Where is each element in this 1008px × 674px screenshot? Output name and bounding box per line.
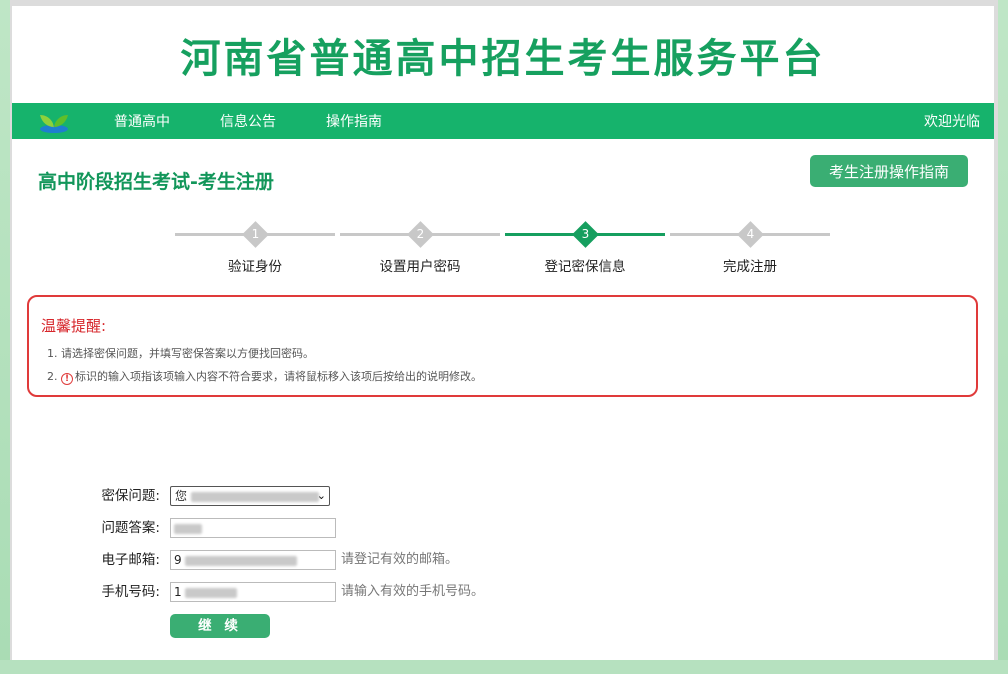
warm-reminder-box: 温馨提醒: 1. 请选择密保问题，并填写密保答案以方便找回密码。 2. ! 标识的…: [27, 295, 978, 397]
nav-item-high-school[interactable]: 普通高中: [114, 111, 170, 131]
notice-line-1: 1. 请选择密保问题，并填写密保答案以方便找回密码。: [47, 347, 314, 360]
answer-input[interactable]: [170, 518, 336, 538]
email-label: 电子邮箱:: [101, 552, 160, 568]
bottom-border: [0, 660, 1008, 674]
warning-icon: !: [61, 373, 73, 385]
email-hint: 请登记有效的邮箱。: [341, 552, 459, 567]
redacted-text: [185, 587, 238, 598]
step-security-info: 3 登记密保信息: [505, 217, 665, 277]
nav-item-guide[interactable]: 操作指南: [326, 111, 382, 131]
step-label: 完成注册: [723, 259, 777, 275]
phone-hint: 请输入有效的手机号码。: [341, 584, 485, 599]
page-title: 高中阶段招生考试-考生注册: [38, 171, 274, 193]
progress-steps: 1 验证身份 2 设置用户密码 3 登记密保信息 4 完成注册: [12, 217, 994, 277]
phone-label: 手机号码:: [101, 584, 160, 600]
step-set-password: 2 设置用户密码: [340, 217, 500, 277]
step-label: 验证身份: [228, 259, 282, 275]
continue-button[interactable]: 继 续: [170, 614, 270, 638]
right-border: [998, 0, 1008, 674]
notice-title: 温馨提醒:: [41, 317, 107, 335]
step-number: 4: [746, 227, 755, 241]
step-number: 1: [251, 227, 260, 241]
redacted-text: [190, 491, 319, 502]
step-number: 2: [416, 227, 425, 241]
form-row-email: 电子邮箱: 9 请登记有效的邮箱。: [12, 550, 994, 570]
left-border: [0, 0, 10, 674]
phone-value: 1: [174, 585, 182, 599]
step-label: 设置用户密码: [379, 259, 461, 275]
chevron-down-icon: ⌄: [316, 489, 326, 502]
form-row-phone: 手机号码: 1 请输入有效的手机号码。: [12, 582, 994, 602]
answer-label: 问题答案:: [101, 520, 160, 536]
security-question-select[interactable]: 您 ⌄: [170, 486, 330, 506]
email-input[interactable]: 9: [170, 550, 336, 570]
form-row-question: 密保问题: 您 ⌄: [12, 486, 994, 506]
banner: 河南省普通高中招生考生服务平台: [12, 6, 994, 103]
redacted-text: [174, 523, 202, 534]
notice-line-2-text: 标识的输入项指该项输入内容不符合要求，请将鼠标移入该项后按给出的说明修改。: [75, 370, 482, 383]
sprout-logo-icon[interactable]: [34, 106, 74, 136]
step-verify-identity: 1 验证身份: [175, 217, 335, 277]
phone-input[interactable]: 1: [170, 582, 336, 602]
question-label: 密保问题:: [101, 488, 160, 504]
page: 河南省普通高中招生考生服务平台 普通高中 信息公告 操作指南 欢迎光临 高中阶段…: [12, 6, 994, 660]
step-label: 登记密保信息: [544, 259, 626, 275]
step-number: 3: [581, 227, 590, 241]
site-title: 河南省普通高中招生考生服务平台: [180, 35, 826, 82]
question-value: 您: [175, 489, 188, 503]
welcome-text: 欢迎光临: [924, 114, 980, 130]
form-row-answer: 问题答案:: [12, 518, 994, 538]
email-value: 9: [174, 553, 182, 567]
registration-guide-button[interactable]: 考生注册操作指南: [810, 155, 968, 187]
title-row: 高中阶段招生考试-考生注册 考生注册操作指南: [12, 139, 994, 217]
redacted-text: [185, 555, 298, 566]
navbar: 普通高中 信息公告 操作指南 欢迎光临: [12, 103, 994, 139]
notice-line-2: 2. ! 标识的输入项指该项输入内容不符合要求，请将鼠标移入该项后按给出的说明修改…: [47, 368, 482, 385]
window-frame: 河南省普通高中招生考生服务平台 普通高中 信息公告 操作指南 欢迎光临 高中阶段…: [0, 0, 1008, 674]
step-complete: 4 完成注册: [670, 217, 830, 277]
notice-line-2-prefix: 2.: [47, 370, 61, 383]
nav-item-announcements[interactable]: 信息公告: [220, 111, 276, 131]
